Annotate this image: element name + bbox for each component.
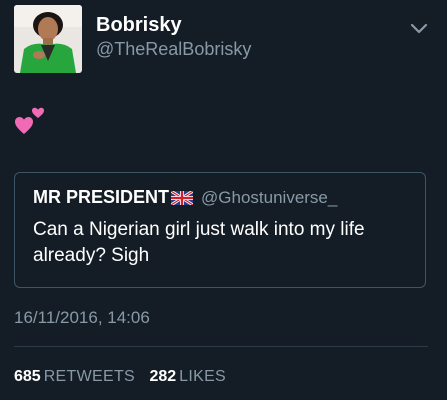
author-handle[interactable]: @TheRealBobrisky bbox=[96, 39, 251, 60]
quoted-author-name[interactable]: MR PRESIDENT bbox=[33, 187, 169, 208]
author-display-name[interactable]: Bobrisky bbox=[96, 14, 182, 37]
uk-flag-icon bbox=[170, 189, 194, 206]
retweets-stat[interactable]: 685 RETWEETS bbox=[14, 368, 135, 385]
retweets-count: 685 bbox=[14, 368, 41, 385]
likes-label: LIKES bbox=[179, 368, 227, 385]
tweet-timestamp[interactable]: 16/11/2016, 14:06 bbox=[14, 308, 150, 328]
quoted-tweet-header: MR PRESIDENT @Ghostuniverse_ bbox=[33, 187, 337, 208]
avatar[interactable] bbox=[14, 5, 82, 73]
divider bbox=[14, 346, 428, 347]
quoted-tweet-card[interactable]: MR PRESIDENT @Ghostuniverse_ Can a Niger… bbox=[14, 172, 426, 288]
quoted-tweet-text: Can a Nigerian girl just walk into my li… bbox=[33, 219, 365, 266]
tweet-stats: 685 RETWEETS 282 LIKES bbox=[14, 368, 236, 386]
chevron-down-icon[interactable] bbox=[410, 22, 428, 34]
likes-stat[interactable]: 282 LIKES bbox=[149, 368, 226, 385]
quoted-author-handle[interactable]: @Ghostuniverse_ bbox=[201, 188, 337, 208]
retweets-label: RETWEETS bbox=[43, 368, 135, 385]
avatar-photo bbox=[14, 5, 82, 73]
two-hearts-icon bbox=[14, 104, 46, 136]
likes-count: 282 bbox=[149, 368, 177, 385]
